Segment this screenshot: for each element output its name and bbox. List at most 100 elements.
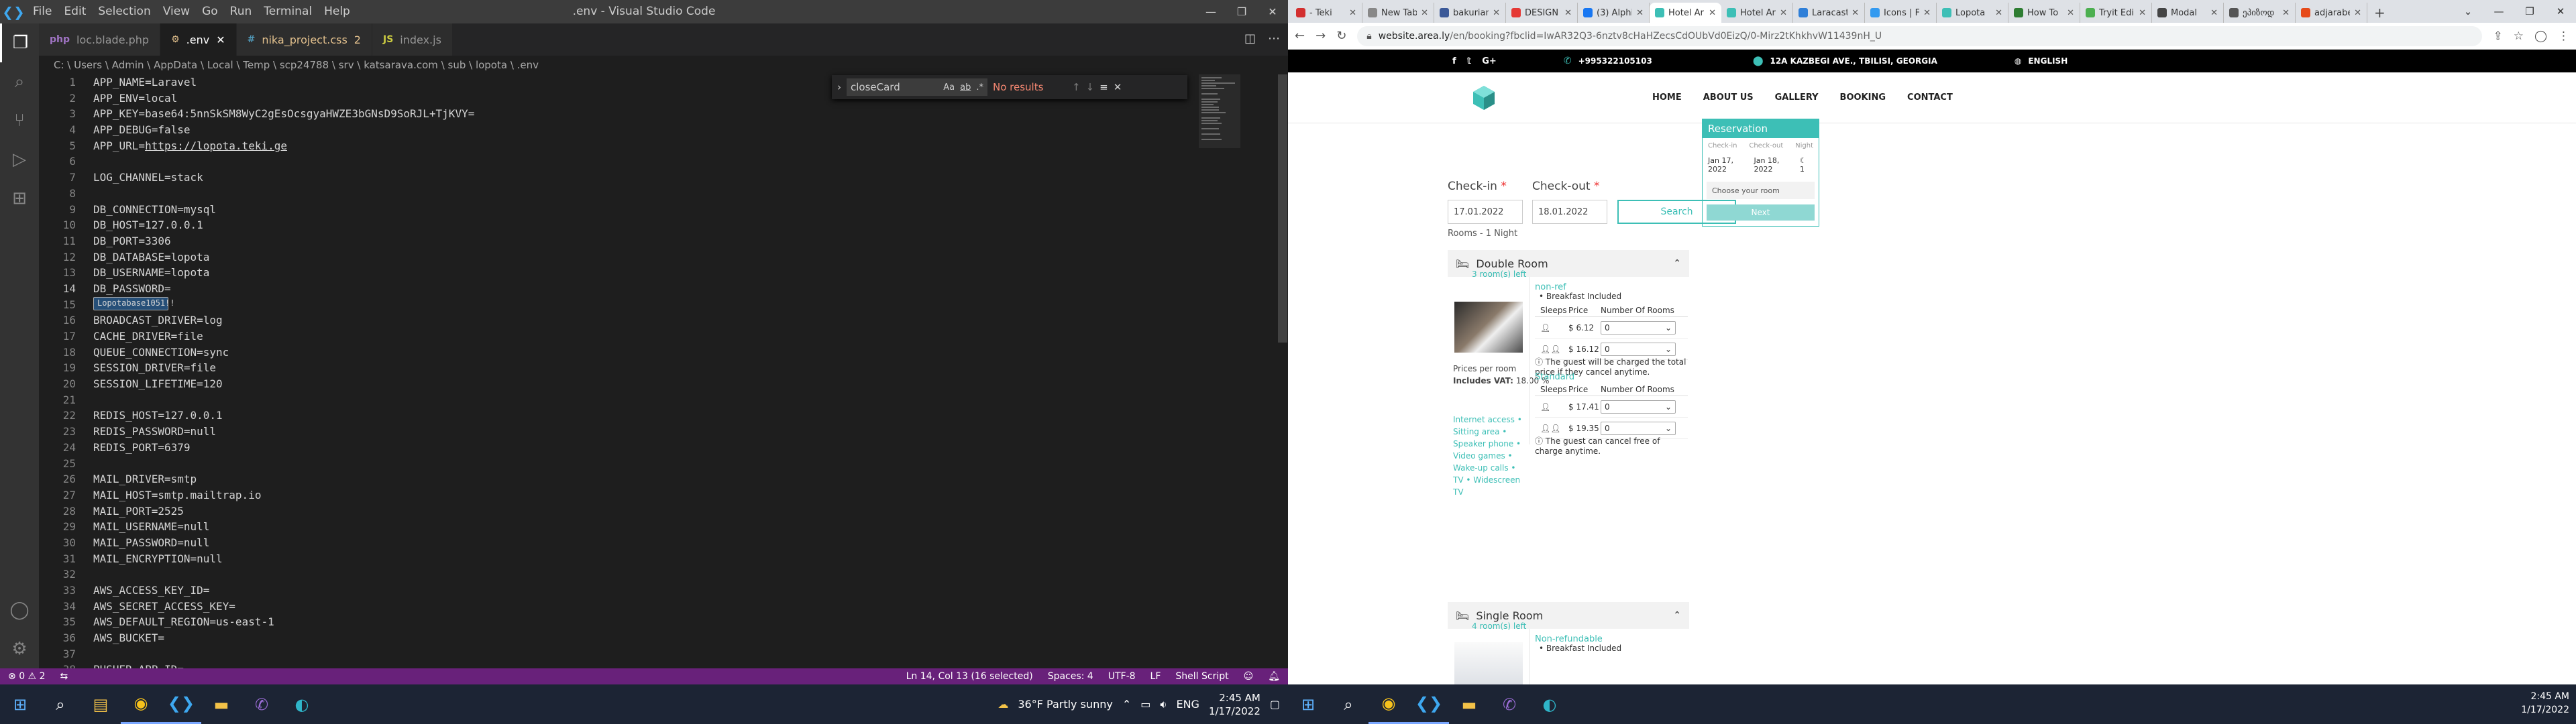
regex-toggle[interactable]: .* [976,82,983,93]
encoding[interactable]: UTF-8 [1108,671,1136,682]
browser-tab[interactable]: New Tab ✕ [1362,3,1434,23]
weather-text[interactable]: 36°F Partly sunny [1018,698,1112,711]
folder-icon[interactable]: ▬ [201,684,241,724]
code-line[interactable]: 3 APP_KEY=base64:5nnSkSM8WyC2gEsOcsgyaHWZ… [39,106,1267,122]
chrome-icon[interactable]: ◉ [121,684,161,724]
rooms-select[interactable]: 0 ⌄ [1601,400,1676,414]
close-icon[interactable]: ✕ [1564,8,1572,18]
minimize-icon[interactable]: — [1195,0,1226,23]
code-line[interactable]: 23 REDIS_PASSWORD=null [39,424,1267,440]
star-icon[interactable]: ☆ [2514,29,2524,43]
room-header[interactable]: 🛏︎ Single Room 4 room(s) left ⌃ [1448,602,1689,631]
close-icon[interactable]: ✕ [1421,8,1428,18]
restore-icon[interactable]: ❐ [2514,0,2545,23]
editor-tab[interactable]: JS index.js [372,23,453,56]
browser-tab[interactable]: Laracast ✕ [1793,3,1865,23]
problems-indicator[interactable]: ⊗ 0 ⚠ 2 [8,671,45,682]
code-line[interactable]: 19 SESSION_DRIVER=file [39,360,1267,376]
nav-link-home[interactable]: HOME [1652,93,1682,103]
code-line[interactable]: 21 [39,392,1267,408]
viber-icon[interactable]: ✆ [1489,684,1529,724]
code-line[interactable]: 22 REDIS_HOST=127.0.0.1 [39,408,1267,424]
extensions-icon[interactable]: ⊞ [0,179,39,218]
explorer-icon[interactable]: ❐ [0,23,39,62]
close-icon[interactable]: ✕ [2210,8,2218,18]
close-icon[interactable]: ✕ [2067,8,2074,18]
tray-chevron-icon[interactable]: ⌃ [1122,698,1131,711]
code-line[interactable]: 36 AWS_BUCKET= [39,630,1267,646]
code-line[interactable]: 24 REDIS_PORT=6379 [39,440,1267,456]
nav-link-about-us[interactable]: ABOUT US [1703,93,1754,103]
edge-icon[interactable]: ◐ [282,684,322,724]
more-actions-icon[interactable]: ⋯ [1268,32,1280,46]
google-plus-icon[interactable]: G+ [1482,56,1497,66]
nav-link-booking[interactable]: BOOKING [1840,93,1886,103]
menu-item-go[interactable]: Go [196,0,224,23]
arrow-up-icon[interactable]: ↑ [1072,81,1081,93]
checkout-input[interactable]: 18.01.2022 [1532,200,1607,224]
close-icon[interactable]: ✕ [1636,8,1644,18]
code-editor[interactable]: 1 APP_NAME=Laravel 2 APP_ENV=local 3 APP_KEY=… [39,74,1267,668]
reload-icon[interactable]: ↻ [1336,29,1346,43]
search-icon[interactable]: ⌕ [40,684,80,724]
menu-item-selection[interactable]: Selection [92,0,156,23]
menu-item-run[interactable]: Run [224,0,258,23]
lock-icon[interactable]: 🔒︎ [1366,31,1371,42]
address-bar[interactable]: 🔒︎ website.area.ly/en/booking?fbclid=IwA… [1357,25,2483,46]
browser-tab[interactable]: ეპიზოდ ✕ [2224,3,2296,23]
browser-tab[interactable]: Tryit Edi ✕ [2080,3,2152,23]
browser-tab[interactable]: Modal ✕ [2152,3,2224,23]
close-icon[interactable]: ✕ [1709,8,1716,18]
code-line[interactable]: 5 APP_URL=https://lopota.teki.ge [39,138,1267,154]
code-line[interactable]: 9 DB_CONNECTION=mysql [39,202,1267,218]
code-line[interactable]: 26 MAIL_DRIVER=smtp [39,471,1267,487]
site-logo[interactable] [1469,83,1499,113]
next-button[interactable]: Next [1707,204,1815,221]
rooms-select[interactable]: 0 ⌄ [1601,342,1676,356]
rooms-select[interactable]: 0 ⌄ [1601,320,1676,335]
code-line[interactable]: 20 SESSION_LIFETIME=120 [39,376,1267,392]
code-line[interactable]: 29 MAIL_USERNAME=null [39,519,1267,535]
split-editor-icon[interactable]: ◫ [1244,32,1256,46]
code-line[interactable]: 35 AWS_DEFAULT_REGION=us-east-1 [39,614,1267,630]
line-ending[interactable]: LF [1150,671,1161,682]
twitter-icon[interactable]: 𝕥 [1467,56,1472,66]
search-icon[interactable]: ⌕ [0,62,39,101]
volume-icon[interactable]: 🔉︎ [1160,698,1167,711]
code-line[interactable]: 18 QUEUE_CONNECTION=sync [39,345,1267,361]
match-case-toggle[interactable]: Aa [943,82,955,93]
menu-item-file[interactable]: File [27,0,58,23]
network-icon[interactable]: ▭ [1140,698,1150,711]
editor-tab[interactable]: # nika_project.css 2 [236,23,372,56]
vscode-icon[interactable]: ❮❯ [161,684,201,724]
code-line[interactable]: 14 DB_PASSWORD= Lopotabase1051!! [39,281,1267,310]
menu-item-help[interactable]: Help [318,0,356,23]
feedback-icon[interactable]: ☺ [1244,671,1254,682]
close-icon[interactable]: ✕ [1349,8,1356,18]
code-line[interactable]: 31 MAIL_ENCRYPTION=null [39,551,1267,567]
code-line[interactable]: 28 MAIL_PORT=2525 [39,503,1267,520]
find-input[interactable]: closeCard Aa ab .* [847,78,987,96]
code-line[interactable]: 10 DB_HOST=127.0.0.1 [39,217,1267,233]
code-line[interactable]: 37 [39,646,1267,662]
whole-word-toggle[interactable]: ab [960,82,971,93]
browser-tab[interactable]: Icons | F ✕ [1865,3,1937,23]
find-in-selection-icon[interactable]: ≡ [1099,81,1108,93]
code-line[interactable]: 33 AWS_ACCESS_KEY_ID= [39,583,1267,599]
code-line[interactable]: 27 MAIL_HOST=smtp.mailtrap.io [39,487,1267,503]
language-mode[interactable]: Shell Script [1175,671,1228,682]
notification-icon[interactable]: ▢ [1270,698,1280,711]
site-phone[interactable]: +995322105103 [1578,56,1652,66]
close-icon[interactable]: ✕ [216,34,225,46]
code-line[interactable]: 16 BROADCAST_DRIVER=log [39,312,1267,328]
browser-tab[interactable]: How To ✕ [2008,3,2080,23]
vscode-icon[interactable]: ❮❯ [1409,684,1449,724]
cursor-position[interactable]: Ln 14, Col 13 (16 selected) [906,671,1033,682]
live-share-icon[interactable]: ⇆ [60,671,68,682]
gear-icon[interactable]: ⚙ [0,629,39,668]
indentation[interactable]: Spaces: 4 [1048,671,1093,682]
account-icon[interactable]: ◯ [0,591,39,629]
browser-tab[interactable]: - Teki ✕ [1291,3,1362,23]
arrow-down-icon[interactable]: ↓ [1086,81,1095,93]
browser-tab[interactable]: bakuriani ✕ [1434,3,1506,23]
